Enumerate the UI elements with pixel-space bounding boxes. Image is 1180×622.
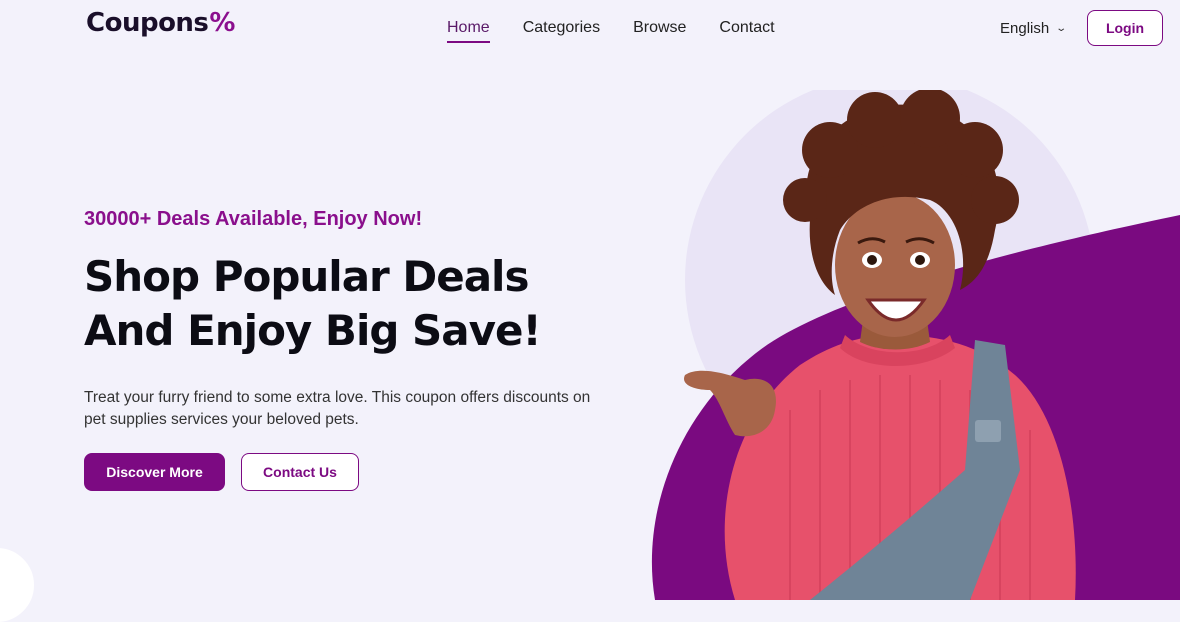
hero-headline: Shop Popular Deals And Enjoy Big Save! bbox=[84, 250, 644, 358]
hero-illustration bbox=[651, 90, 1180, 600]
nav-categories-link[interactable]: Categories bbox=[523, 19, 600, 43]
hero-headline-line1: Shop Popular Deals bbox=[84, 252, 529, 301]
logo-percent-symbol: % bbox=[209, 8, 235, 38]
main-nav: Home Categories Browse Contact bbox=[447, 19, 775, 43]
nav-browse-link[interactable]: Browse bbox=[633, 19, 686, 43]
nav-home-link[interactable]: Home bbox=[447, 19, 490, 43]
site-logo[interactable]: Coupons % bbox=[86, 8, 235, 38]
language-label: English bbox=[1000, 20, 1050, 37]
hero-tagline: 30000+ Deals Available, Enjoy Now! bbox=[84, 208, 423, 230]
contact-us-button[interactable]: Contact Us bbox=[241, 453, 359, 491]
hero-headline-line2: And Enjoy Big Save! bbox=[84, 306, 542, 355]
decorative-circle bbox=[0, 548, 34, 622]
nav-contact-link[interactable]: Contact bbox=[719, 19, 774, 43]
logo-text: Coupons bbox=[86, 8, 209, 38]
discover-more-button[interactable]: Discover More bbox=[84, 453, 225, 491]
login-button[interactable]: Login bbox=[1087, 10, 1163, 46]
language-selector[interactable]: English ⌄ bbox=[1000, 20, 1068, 37]
hero-description: Treat your furry friend to some extra lo… bbox=[84, 388, 591, 428]
chevron-down-icon: ⌄ bbox=[1055, 23, 1068, 34]
